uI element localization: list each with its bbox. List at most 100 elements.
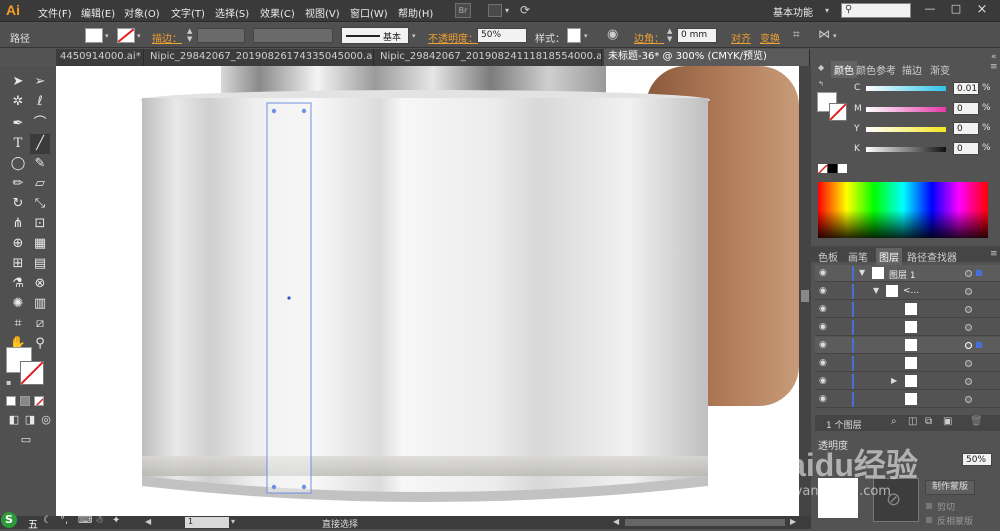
target-icon[interactable] [965, 324, 972, 331]
none-color-chip[interactable] [818, 164, 827, 173]
menu-view[interactable]: 视图(V) [305, 5, 340, 20]
ime-punct-icon[interactable]: °, [60, 515, 68, 526]
layer-row-top[interactable]: ◉ ▼ 图层 1 [815, 265, 1000, 282]
magic-wand-tool-icon[interactable]: ✲ [8, 92, 28, 112]
eye-icon[interactable]: ◉ [819, 322, 831, 332]
brush-definition-dropdown[interactable]: 基本 [341, 27, 409, 44]
scale-tool-icon[interactable]: ⤡ [30, 194, 50, 214]
panel-collapse-icon[interactable]: « [991, 52, 997, 62]
gradient-mode-button[interactable] [20, 396, 30, 406]
free-transform-tool-icon[interactable]: ⊡ [30, 214, 50, 234]
target-icon[interactable] [965, 378, 972, 385]
expand-down-icon[interactable]: ▼ [859, 268, 865, 277]
magenta-value-field[interactable]: 0 [953, 102, 979, 115]
invert-mask-checkbox[interactable] [925, 516, 933, 524]
expand-down-icon[interactable]: ▼ [873, 286, 879, 295]
color-mode-button[interactable] [6, 396, 16, 406]
symbol-sprayer-tool-icon[interactable]: ✺ [8, 294, 28, 314]
yellow-slider[interactable] [866, 127, 946, 132]
panel-menu-icon[interactable]: ≡ [990, 62, 998, 72]
group-name[interactable]: <... [903, 286, 919, 296]
zoom-tool-icon[interactable]: ⚲ [30, 334, 50, 354]
align-link[interactable]: 对齐 [731, 30, 751, 45]
cyan-value-field[interactable]: 0.01 [953, 82, 979, 95]
profile-chevron-icon[interactable]: ▾ [412, 32, 416, 40]
menu-file[interactable]: 文件(F) [38, 5, 72, 20]
transform-link[interactable]: 变换 [760, 30, 780, 45]
chevron-down-icon[interactable]: ▾ [505, 6, 509, 15]
target-icon[interactable] [965, 396, 972, 403]
eye-icon[interactable]: ◉ [819, 358, 831, 368]
layer-row-selected[interactable]: ◉ [815, 337, 1000, 354]
tab-swatches[interactable]: 色板 [818, 249, 838, 264]
direct-selection-tool-icon[interactable]: ➢ [30, 72, 50, 92]
mesh-tool-icon[interactable]: ⊞ [8, 254, 28, 274]
selection-indicator[interactable] [976, 342, 982, 348]
target-icon[interactable] [965, 306, 972, 313]
graphic-style-swatch[interactable] [567, 28, 581, 43]
eyedropper-tool-icon[interactable]: ⚗ [8, 274, 28, 294]
tab-color[interactable]: 颜色 [831, 61, 857, 78]
shape-builder-tool-icon[interactable]: ⊕ [8, 234, 28, 254]
doc-tab[interactable]: 4450914000.ai* × [56, 49, 144, 66]
default-colors-icon[interactable]: ▪ [6, 378, 11, 387]
swap-icon[interactable]: ↰ [818, 80, 824, 88]
corner-field[interactable]: 0 mm [677, 28, 717, 43]
stroke-color-box[interactable] [20, 361, 44, 385]
pencil-tool-icon[interactable]: ✏ [8, 174, 28, 194]
scrollbar-thumb[interactable] [801, 290, 809, 302]
width-tool-icon[interactable]: ⋔ [8, 214, 28, 234]
anchor-point[interactable] [271, 108, 277, 114]
opacity-label[interactable]: 不透明度： [428, 30, 478, 45]
draw-inside-icon[interactable]: ◎ [36, 410, 56, 430]
ellipse-tool-icon[interactable]: ◯ [8, 154, 28, 174]
white-color-chip[interactable] [838, 164, 847, 173]
stroke-weight-stepper[interactable]: ▲ ▼ [187, 27, 192, 43]
locate-object-icon[interactable]: ⌕ [891, 416, 897, 427]
ime-keyboard-icon[interactable]: ⌨ [78, 515, 92, 526]
selection-tool-icon[interactable]: ➤ [8, 72, 28, 92]
tab-stroke[interactable]: 描边 [902, 62, 922, 77]
layer-row[interactable]: ◉ [815, 301, 1000, 318]
menu-effect[interactable]: 效果(C) [260, 5, 295, 20]
eye-icon[interactable]: ◉ [819, 304, 831, 314]
layer-row[interactable]: ◉ [815, 391, 1000, 408]
arrange-chevron-icon[interactable]: ▾ [833, 32, 837, 40]
isolate-icon[interactable]: ⌗ [793, 27, 800, 42]
delete-layer-icon[interactable]: 🗑 [970, 416, 983, 427]
panel-arrows-icon[interactable]: ◆ [818, 63, 824, 72]
layer-row[interactable]: ◉ [815, 319, 1000, 336]
yellow-value-field[interactable]: 0 [953, 122, 979, 135]
type-tool-icon[interactable]: T [8, 134, 28, 154]
target-icon[interactable] [965, 342, 972, 349]
clipping-mask-icon[interactable]: ◫ [908, 416, 917, 427]
fill-chevron-icon[interactable]: ▾ [105, 32, 109, 40]
anchor-point[interactable] [301, 484, 307, 490]
arrange-documents-icon[interactable] [488, 4, 502, 17]
arrange-icon[interactable]: ⋈ [818, 27, 830, 41]
layer-name[interactable]: 图层 1 [889, 268, 916, 281]
menu-edit[interactable]: 编辑(E) [81, 5, 115, 20]
black-color-chip[interactable] [828, 164, 837, 173]
stroke-label[interactable]: 描边： [152, 30, 182, 45]
doc-tab[interactable]: Nipic_29842067_20190824111818554000.ai* … [376, 49, 602, 66]
menu-help[interactable]: 帮助(H) [398, 5, 433, 20]
eye-icon[interactable]: ◉ [819, 286, 831, 296]
prev-artboard-icon[interactable]: ◀ [145, 517, 151, 526]
recolor-icon[interactable]: ◉ [607, 27, 618, 42]
scroll-left-icon[interactable]: ◀ [613, 517, 619, 526]
stroke-chevron-icon[interactable]: ▾ [137, 32, 141, 40]
artboard-canvas[interactable] [56, 66, 799, 516]
maximize-button[interactable]: □ [944, 2, 968, 18]
tab-color-guide[interactable]: 颜色参考 [856, 62, 896, 77]
color-spectrum[interactable] [818, 182, 988, 238]
corner-stepper[interactable]: ▲ ▼ [667, 27, 672, 43]
menu-object[interactable]: 对象(O) [124, 5, 160, 20]
black-value-field[interactable]: 0 [953, 142, 979, 155]
style-chevron-icon[interactable]: ▾ [584, 32, 588, 40]
horizontal-scrollbar[interactable] [625, 519, 785, 526]
artboard-number-field[interactable]: 1 [185, 517, 229, 528]
fill-swatch[interactable] [85, 28, 103, 43]
variable-width-dropdown[interactable] [253, 28, 333, 43]
selection-indicator[interactable] [976, 270, 982, 276]
